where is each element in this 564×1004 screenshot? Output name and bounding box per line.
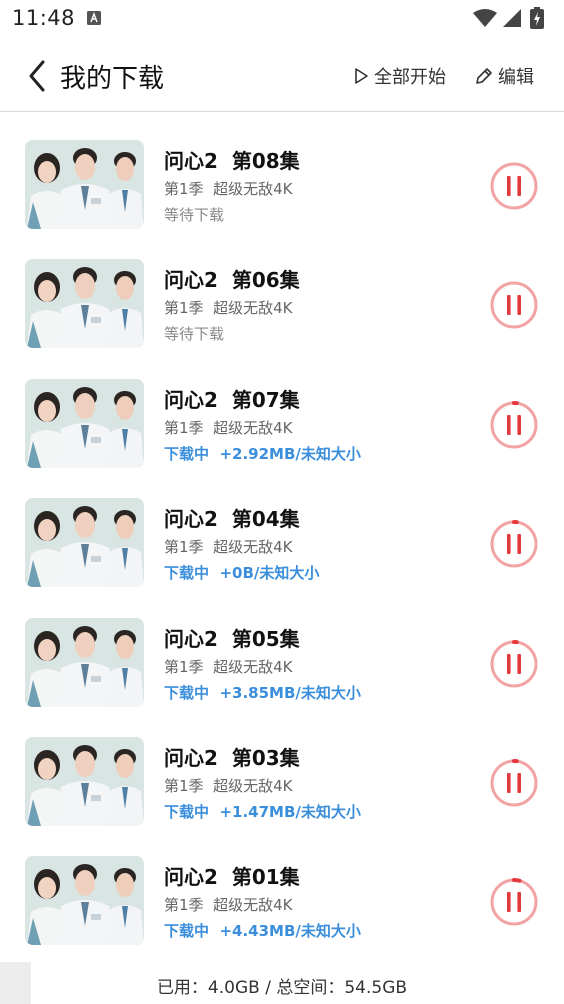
download-item[interactable]: 问心2 第05集第1季 超级无敌4K 下载中 +3.85MB/未知大小 bbox=[0, 590, 564, 709]
pause-button[interactable] bbox=[489, 280, 539, 330]
pause-button[interactable] bbox=[489, 639, 539, 689]
episode-thumbnail-image bbox=[25, 736, 144, 826]
pause-button[interactable] bbox=[489, 758, 539, 808]
storage-footer: 已用：4.0GB / 总空间：54.5GB bbox=[0, 962, 564, 1004]
episode-thumbnail-image bbox=[25, 378, 144, 468]
download-status: 等待下载 bbox=[164, 325, 225, 344]
chevron-left-icon bbox=[29, 60, 45, 92]
download-item[interactable]: 问心2 第03集第1季 超级无敌4K 下载中 +1.47MB/未知大小 bbox=[0, 709, 564, 828]
episode-title: 问心2 第03集 bbox=[164, 745, 300, 770]
pencil-icon bbox=[476, 68, 492, 84]
download-item[interactable]: 问心2 第04集第1季 超级无敌4K 下载中 +0B/未知大小 bbox=[0, 470, 564, 589]
episode-quality: 第1季 超级无敌4K bbox=[164, 299, 293, 318]
app-bar: 我的下载 全部开始 编辑 bbox=[0, 38, 564, 112]
keyboard-a-icon bbox=[87, 11, 101, 25]
episode-title: 问心2 第08集 bbox=[164, 149, 300, 173]
status-icons bbox=[472, 7, 552, 29]
back-button[interactable] bbox=[24, 58, 54, 94]
download-status: 下载中 +2.92MB/未知大小 bbox=[164, 444, 361, 463]
episode-quality: 第1季 超级无敌4K bbox=[164, 657, 293, 676]
pause-button[interactable] bbox=[489, 400, 539, 450]
download-list: 问心2 第08集 第1季 超级无敌4K 等待下载 问心2 第06集 第1季 超级无敌4… bbox=[0, 112, 564, 948]
episode-thumbnail-image bbox=[25, 617, 144, 707]
pause-icon bbox=[490, 281, 538, 329]
play-icon bbox=[355, 68, 368, 84]
pause-button[interactable] bbox=[489, 877, 539, 927]
pause-icon bbox=[490, 400, 538, 449]
page-title: 我的下载 bbox=[60, 64, 165, 94]
episode-title: 问心2 第07集 bbox=[164, 387, 300, 412]
episode-thumbnail-image bbox=[25, 140, 144, 229]
episode-thumbnail-image bbox=[25, 856, 144, 946]
episode-quality: 第1季 超级无敌4K bbox=[164, 418, 293, 437]
download-status: 下载中 +4.43MB/未知大小 bbox=[164, 922, 361, 941]
start-all-label: 全部开始 bbox=[374, 67, 446, 88]
episode-quality: 第1季 超级无敌4K bbox=[164, 538, 293, 557]
pause-icon bbox=[490, 878, 538, 926]
episode-thumbnail bbox=[25, 736, 144, 826]
status-time: 11:48 bbox=[12, 6, 76, 30]
status-bar: 11:48 bbox=[0, 0, 564, 38]
signal-icon bbox=[503, 9, 521, 27]
storage-usage-text: 已用：4.0GB / 总空间：54.5GB bbox=[156, 978, 408, 998]
episode-quality: 第1季 超级无敌4K bbox=[164, 180, 293, 198]
edit-label: 编辑 bbox=[498, 67, 534, 88]
pause-icon bbox=[490, 162, 538, 210]
episode-thumbnail-image bbox=[25, 498, 144, 588]
episode-title: 问心2 第01集 bbox=[164, 865, 300, 890]
episode-thumbnail bbox=[25, 856, 144, 946]
download-status: 下载中 +0B/未知大小 bbox=[164, 564, 320, 583]
episode-thumbnail bbox=[25, 498, 144, 588]
episode-quality: 第1季 超级无敌4K bbox=[164, 896, 293, 915]
episode-thumbnail bbox=[25, 259, 144, 349]
episode-quality: 第1季 超级无敌4K bbox=[164, 776, 293, 795]
download-progress-arc bbox=[512, 878, 522, 884]
episode-thumbnail bbox=[25, 378, 144, 468]
episode-thumbnail bbox=[25, 140, 144, 229]
pause-button[interactable] bbox=[489, 519, 539, 569]
download-item[interactable]: 问心2 第01集第1季 超级无敌4K 下载中 +4.43MB/未知大小 bbox=[0, 828, 564, 947]
pause-button[interactable] bbox=[489, 161, 539, 211]
episode-title: 问心2 第06集 bbox=[164, 268, 300, 293]
download-status: 下载中 +1.47MB/未知大小 bbox=[164, 802, 361, 821]
pause-icon bbox=[490, 758, 538, 807]
battery-icon bbox=[530, 7, 544, 29]
pause-icon bbox=[490, 639, 538, 688]
episode-title: 问心2 第04集 bbox=[164, 507, 300, 532]
episode-thumbnail-image bbox=[25, 259, 144, 349]
download-status: 下载中 +3.85MB/未知大小 bbox=[164, 683, 361, 702]
edit-button[interactable]: 编辑 bbox=[474, 63, 534, 89]
download-item[interactable]: 问心2 第07集第1季 超级无敌4K 下载中 +2.92MB/未知大小 bbox=[0, 351, 564, 470]
start-all-button[interactable]: 全部开始 bbox=[352, 63, 446, 89]
pause-icon bbox=[490, 520, 538, 568]
download-item[interactable]: 问心2 第06集第1季 超级无敌4K 等待下载 bbox=[0, 231, 564, 350]
episode-thumbnail bbox=[25, 617, 144, 707]
download-item[interactable]: 问心2 第08集第1季 超级无敌4K 等待下载 bbox=[0, 112, 564, 231]
episode-title: 问心2 第05集 bbox=[164, 626, 300, 651]
download-status: 等待下载 bbox=[164, 206, 225, 224]
wifi-icon bbox=[473, 9, 497, 27]
